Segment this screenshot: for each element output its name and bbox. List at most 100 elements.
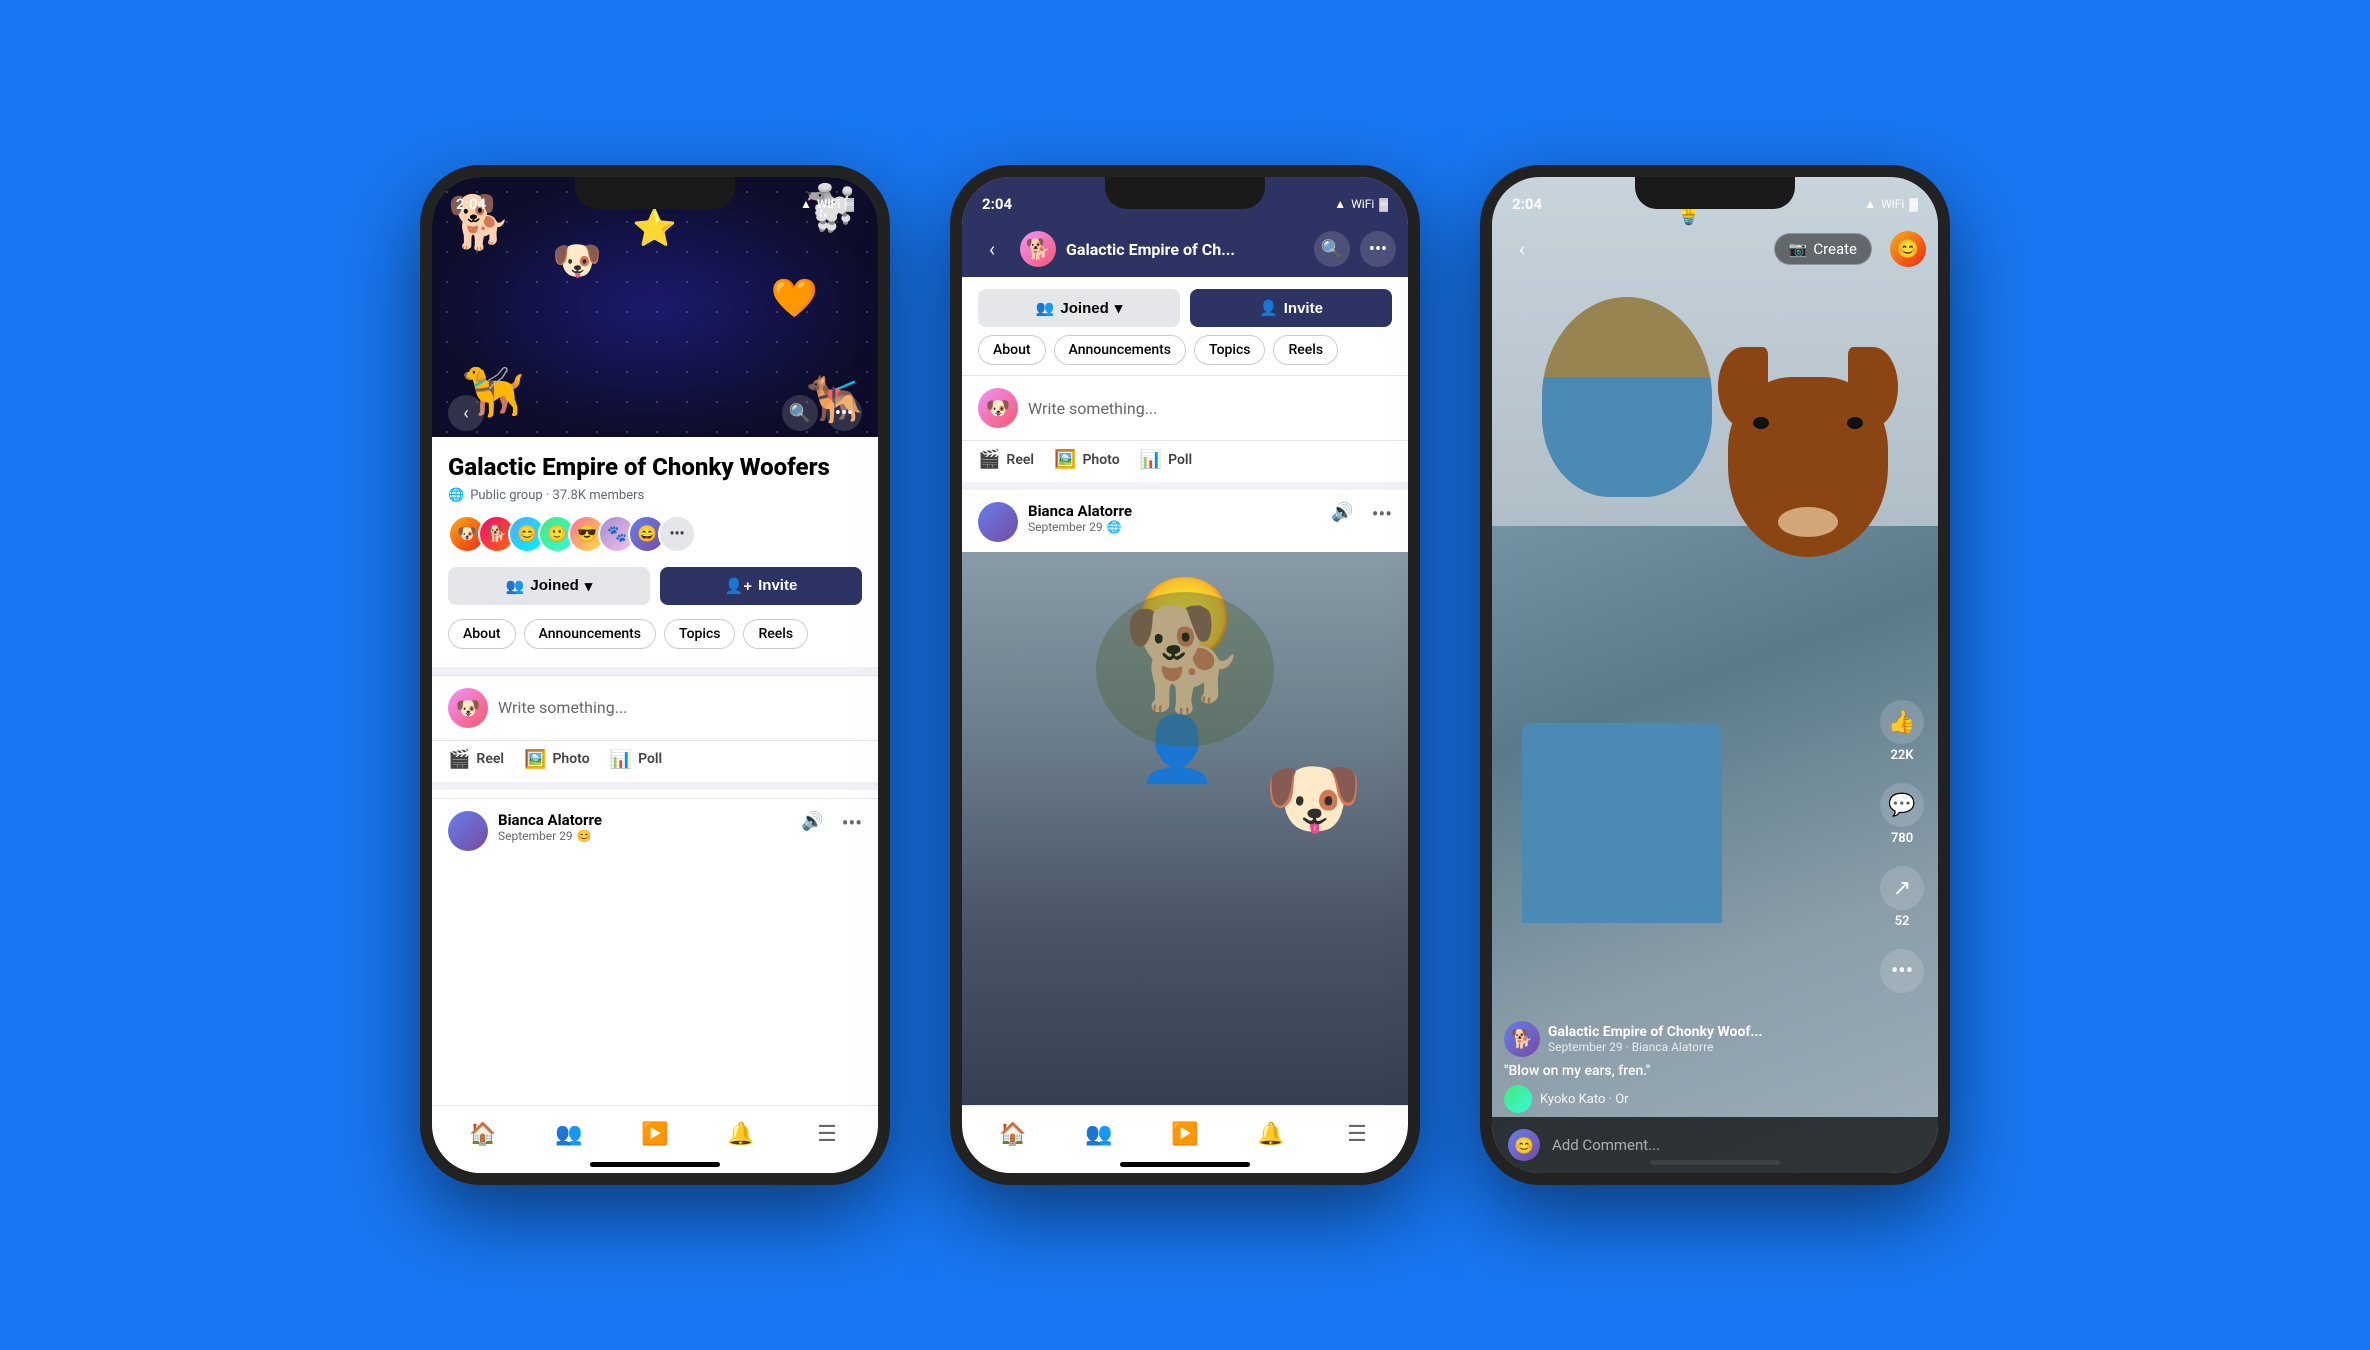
add-comment-input-3[interactable]: Add Comment... <box>1552 1136 1922 1154</box>
post-avatar-1 <box>448 811 488 851</box>
joined-label-1: Joined <box>530 577 578 594</box>
nav-video-1[interactable]: ▶️ <box>612 1111 698 1159</box>
poll-action-2[interactable]: 📊 Poll <box>1140 449 1193 470</box>
phone-2: 2:04 ▲ WiFi ▓ ‹ 🐕 Galactic Empire of Ch.… <box>950 165 1420 1185</box>
nav-home-1[interactable]: 🏠 <box>440 1111 526 1159</box>
tab-about-2[interactable]: About <box>978 335 1046 365</box>
bottom-nav-1: 🏠 👥 ▶️ 🔔 ☰ <box>432 1105 878 1173</box>
tab-reels-2[interactable]: Reels <box>1273 335 1338 365</box>
status-time-1: 2:04 <box>456 195 486 213</box>
photo-action-1[interactable]: 🖼️ Photo <box>524 749 590 770</box>
reel-group-avatar-3: 🐕 <box>1504 1021 1540 1057</box>
reel-label-2: Reel <box>1006 452 1034 468</box>
tab-about-1[interactable]: About <box>448 619 516 649</box>
poll-action-1[interactable]: 📊 Poll <box>610 749 663 770</box>
nav-bell-1[interactable]: 🔔 <box>698 1111 784 1159</box>
post-preview-1: Bianca Alatorre September 29 😊 🔊 ••• <box>432 798 878 861</box>
nav-video-2[interactable]: ▶️ <box>1142 1111 1228 1159</box>
write-placeholder-2[interactable]: Write something... <box>1028 399 1392 418</box>
invite-label-1: Invite <box>758 577 797 594</box>
shirt-collar <box>1542 377 1712 497</box>
user-avatar-3: 😊 <box>1890 231 1926 267</box>
write-avatar-1: 🐶 <box>448 688 488 728</box>
status-time-3: 2:04 <box>1512 195 1542 213</box>
video-icon-1: ▶️ <box>641 1122 668 1147</box>
signal-icon: ▲ <box>800 197 812 211</box>
divider-3 <box>962 482 1408 490</box>
notch-1 <box>575 177 735 209</box>
share-icon-3: ↗ <box>1880 866 1924 910</box>
status-time-2: 2:04 <box>982 195 1012 213</box>
home-indicator-1 <box>590 1162 720 1167</box>
tab-topics-2[interactable]: Topics <box>1194 335 1265 365</box>
write-actions-2: 🎬 Reel 🖼️ Photo 📊 Poll <box>962 441 1408 482</box>
joined-icon-2: 👥 <box>1036 299 1055 317</box>
comment-count-3: 780 <box>1891 831 1913 846</box>
phone-1: 🐕 🐩 🐶 🦮 🐕‍🦺 🧡 ⭐ 2:04 ▲ WiFi ▓ <box>420 165 890 1185</box>
post-name-2: Bianca Alatorre <box>1028 502 1321 520</box>
reel-action-2[interactable]: 🎬 Reel <box>978 449 1034 470</box>
reel-comment-bar-3: 😊 Add Comment... <box>1492 1117 1938 1173</box>
tab-announcements-1[interactable]: Announcements <box>524 619 656 649</box>
group-name-1: Galactic Empire of Chonky Woofers <box>448 453 862 482</box>
back-button-2[interactable]: ‹ <box>974 231 1010 267</box>
battery-icon-2: ▓ <box>1379 197 1388 211</box>
tab-announcements-2[interactable]: Announcements <box>1054 335 1186 365</box>
tab-reels-1[interactable]: Reels <box>743 619 808 649</box>
reel-comment-text-3: Kyoko Kato · Or <box>1540 1092 1629 1107</box>
bell-icon-1: 🔔 <box>727 1122 754 1147</box>
write-box-2: 🐶 Write something... <box>962 375 1408 441</box>
status-icons-1: ▲ WiFi ▓ <box>800 197 854 211</box>
comment-action-3[interactable]: 💬 780 <box>1880 783 1924 846</box>
tab-pills-1: About Announcements Topics Reels <box>448 619 862 659</box>
reel-action-1[interactable]: 🎬 Reel <box>448 749 504 770</box>
nav-menu-2[interactable]: ☰ <box>1314 1111 1400 1159</box>
post-menu-2[interactable]: ••• <box>1372 502 1392 526</box>
invite-button-2[interactable]: 👤 Invite <box>1190 289 1392 327</box>
wifi-icon-3: WiFi <box>1881 197 1904 211</box>
more-button-1[interactable]: ••• <box>826 395 862 431</box>
invite-icon-2: 👤 <box>1259 299 1278 317</box>
dog-eye-left <box>1753 417 1769 429</box>
nav-home-2[interactable]: 🏠 <box>970 1111 1056 1159</box>
nav-bell-2[interactable]: 🔔 <box>1228 1111 1314 1159</box>
nav-groups-1[interactable]: 👥 <box>526 1111 612 1159</box>
post-header-1: Bianca Alatorre September 29 😊 🔊 ••• <box>448 811 862 851</box>
poll-icon-2: 📊 <box>1140 449 1162 470</box>
home-icon-2: 🏠 <box>999 1122 1026 1147</box>
reel-group-name-3: Galactic Empire of Chonky Woof... <box>1548 1024 1763 1040</box>
reel-commenter-avatar-3 <box>1504 1085 1532 1113</box>
invite-button-1[interactable]: 👤+ Invite <box>660 567 862 605</box>
nav-menu-1[interactable]: ☰ <box>784 1111 870 1159</box>
like-icon-3: 👍 <box>1880 700 1924 744</box>
nav-groups-2[interactable]: 👥 <box>1056 1111 1142 1159</box>
emoji-1: 😊 <box>577 829 592 843</box>
tabs-2: About Announcements Topics Reels <box>962 335 1408 375</box>
post-menu-1[interactable]: ••• <box>842 811 862 835</box>
create-button-3[interactable]: 📷 Create <box>1774 233 1872 265</box>
person-face <box>1542 297 1712 497</box>
groups-icon-2: 👥 <box>1085 1122 1112 1147</box>
joined-button-1[interactable]: 👥 Joined ▾ <box>448 567 650 605</box>
search-button-1[interactable]: 🔍 <box>782 395 818 431</box>
back-button-3[interactable]: ‹ <box>1504 231 1540 267</box>
joined-chevron-1: ▾ <box>585 577 593 595</box>
write-placeholder-1[interactable]: Write something... <box>498 698 862 717</box>
search-button-2[interactable]: 🔍 <box>1314 231 1350 267</box>
share-action-3[interactable]: ↗ 52 <box>1880 866 1924 929</box>
video-area-2: 😶 🐕 👤 🐶 <box>962 552 1408 1173</box>
photo-action-2[interactable]: 🖼️ Photo <box>1054 449 1120 470</box>
sound-icon-2[interactable]: 🔊 <box>1331 502 1353 523</box>
sound-icon-1[interactable]: 🔊 <box>801 811 823 832</box>
more-action-3[interactable]: ••• <box>1880 949 1924 993</box>
invite-icon-1: 👤+ <box>725 577 752 595</box>
back-button-1[interactable]: ‹ <box>448 395 484 431</box>
person-shirt <box>1522 723 1722 923</box>
bell-icon-2: 🔔 <box>1257 1122 1284 1147</box>
tab-topics-1[interactable]: Topics <box>664 619 735 649</box>
more-button-2[interactable]: ••• <box>1360 231 1396 267</box>
post-date-1: September 29 😊 <box>498 829 791 843</box>
like-action-3[interactable]: 👍 22K <box>1880 700 1924 763</box>
joined-button-2[interactable]: 👥 Joined ▾ <box>978 289 1180 327</box>
bottom-nav-2: 🏠 👥 ▶️ 🔔 ☰ <box>962 1105 1408 1173</box>
